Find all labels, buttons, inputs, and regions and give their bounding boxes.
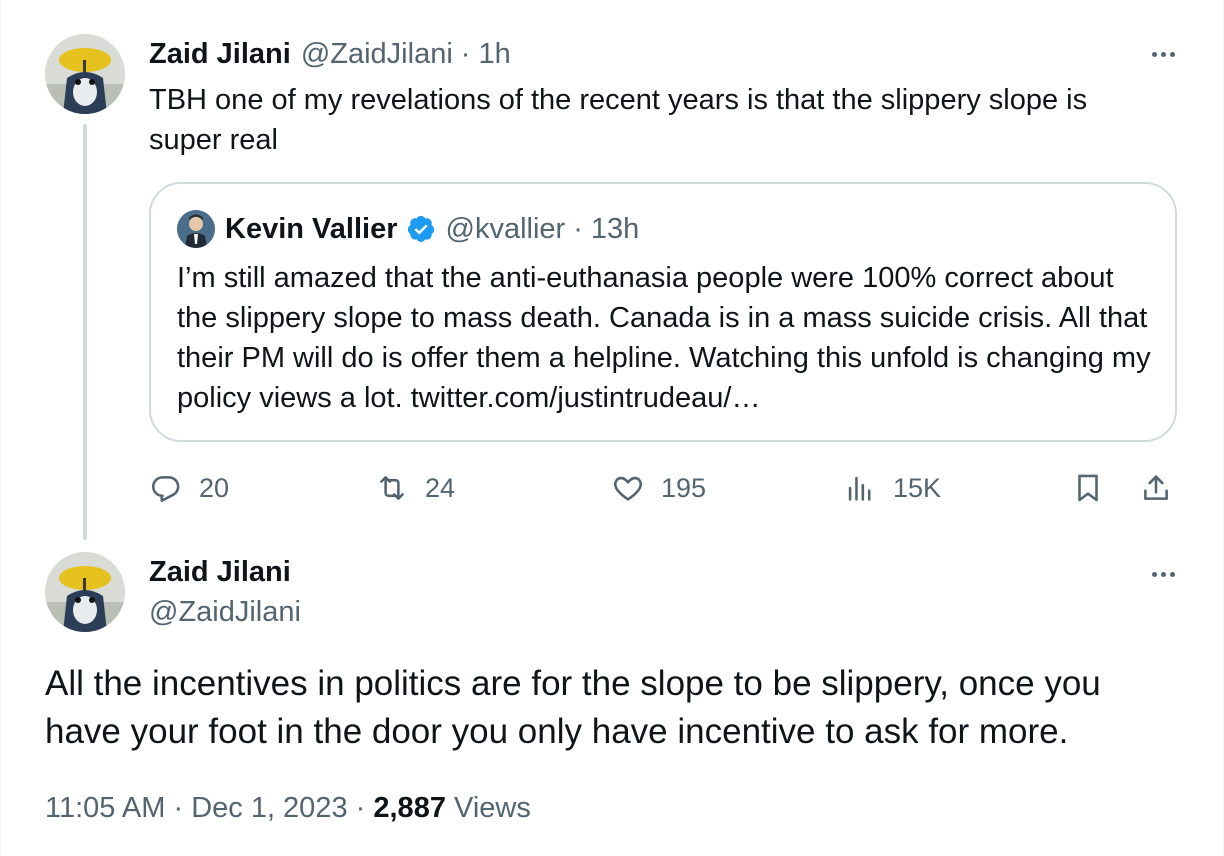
retweet-count: 24 [425,472,456,503]
like-button[interactable]: 195 [611,468,706,508]
reply-count: 20 [199,472,230,503]
quoted-author-handle: @kvallier [445,212,566,245]
verified-badge-icon [406,214,436,244]
quoted-tweet-body: I’m still amazed that the anti-euthanasi… [177,258,1157,418]
reply-icon [149,471,183,505]
thread-connector-line [83,124,87,540]
tweet-date[interactable]: Dec 1, 2023 [191,792,347,824]
quoted-tweet-header: Kevin Vallier @kvallier · 13h [225,210,639,248]
analytics-icon [843,471,877,505]
meta-separator: · [173,792,184,824]
author-name[interactable]: Zaid Jilani [149,38,291,71]
tweet-time-ago[interactable]: 1h [478,38,510,71]
share-icon [1139,471,1173,505]
quoted-header-separator: · [573,212,583,245]
ellipsis-icon[interactable] [1143,44,1183,64]
author-avatar[interactable] [45,34,125,114]
main-author-handle[interactable]: @ZaidJilani [149,594,301,630]
heart-icon [611,471,645,505]
quoted-time-ago: 13h [590,212,640,245]
main-author-name[interactable]: Zaid Jilani [149,554,291,590]
ellipsis-icon[interactable] [1143,564,1183,584]
retweet-icon [375,471,409,505]
like-count: 195 [661,472,707,503]
tweet-view-count: 2,887 [373,792,446,824]
parent-tweet-header: Zaid Jilani @ZaidJilani · 1h [149,36,511,72]
header-separator: · [460,37,471,70]
tweet-metadata: 11:05 AM · Dec 1, 2023 · 2,887 Views [45,788,531,828]
bookmark-icon [1071,471,1105,505]
parent-tweet-text: TBH one of my revelations of the recent … [149,84,1088,156]
tweet-thread: Zaid Jilani @ZaidJilani · 1h TBH one of … [0,0,1224,856]
meta-separator: · [355,792,366,824]
quoted-author-name: Kevin Vallier [225,212,398,245]
views-button[interactable]: 15K [843,468,941,508]
quoted-author-avatar [177,210,215,248]
retweet-button[interactable]: 24 [375,468,455,508]
main-tweet-text: All the incentives in politics are for t… [45,664,1101,751]
share-button[interactable] [1139,468,1173,508]
views-label: Views [454,792,531,824]
view-count: 15K [893,472,942,503]
author-handle[interactable]: @ZaidJilani [301,38,453,71]
tweet-time[interactable]: 11:05 AM [45,792,165,824]
quoted-tweet-link[interactable]: twitter.com/justintrudeau/… [411,382,761,414]
quoted-tweet-card[interactable]: Kevin Vallier @kvallier · 13h I’m still … [149,182,1177,442]
tweet-action-bar: 20 24 195 15K [149,468,1177,508]
bookmark-button[interactable] [1071,468,1105,508]
author-avatar[interactable] [45,552,125,632]
reply-button[interactable]: 20 [149,468,229,508]
